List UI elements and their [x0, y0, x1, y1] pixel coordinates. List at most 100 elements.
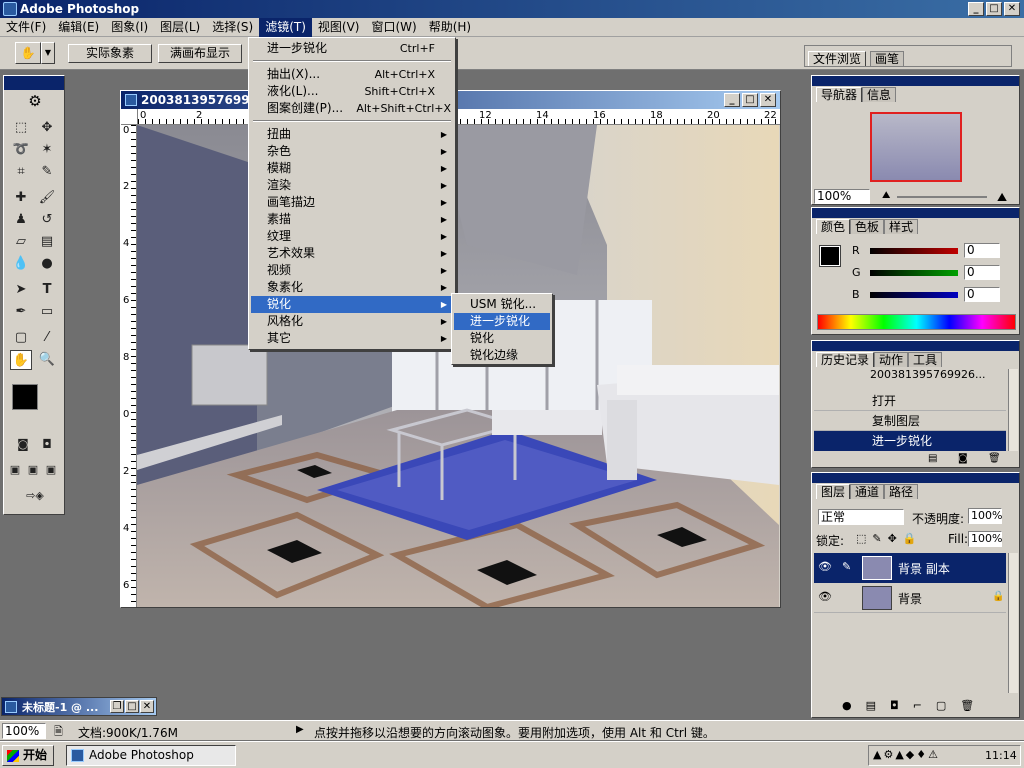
- eye-icon[interactable]: 👁: [818, 560, 832, 573]
- history-scrollbar[interactable]: [1008, 369, 1018, 451]
- eraser-tool-icon[interactable]: ▱: [10, 232, 32, 252]
- screen-mode-1-icon[interactable]: ▣: [6, 460, 24, 480]
- menu-select[interactable]: 选择(S): [206, 18, 259, 37]
- menu-item-artistic[interactable]: 艺术效果 ▶: [251, 245, 453, 262]
- menu-image[interactable]: 图象(I): [105, 18, 154, 37]
- status-arrow-icon[interactable]: ▶: [296, 724, 304, 735]
- tab-layers[interactable]: 图层: [816, 484, 851, 499]
- maximize-button[interactable]: □: [986, 2, 1002, 16]
- history-brush-icon[interactable]: ↺: [36, 210, 58, 230]
- screen-mode-2-icon[interactable]: ▣: [24, 460, 42, 480]
- gradient-tool-icon[interactable]: ▤: [36, 232, 58, 252]
- clone-stamp-icon[interactable]: ♟: [10, 210, 32, 230]
- jump-to-imageready-icon[interactable]: ⇨◈: [12, 486, 58, 506]
- menu-help[interactable]: 帮助(H): [423, 18, 477, 37]
- slice-tool-icon[interactable]: ✎: [36, 162, 58, 182]
- menu-item-sharpen-basic[interactable]: 锐化: [454, 330, 550, 347]
- blue-slider[interactable]: [870, 292, 958, 298]
- vertical-ruler[interactable]: 0 2 4 6 8 0 2 4 6: [121, 125, 137, 607]
- zoom-out-icon[interactable]: ⛰: [882, 190, 890, 201]
- history-snapshot[interactable]: 200381395769926...: [814, 368, 1006, 386]
- green-slider[interactable]: [870, 270, 958, 276]
- tab-navigator[interactable]: 导航器: [816, 87, 863, 102]
- type-tool-icon[interactable]: T: [36, 280, 58, 300]
- restore-button[interactable]: ❐: [110, 700, 124, 713]
- image-canvas[interactable]: [137, 125, 779, 607]
- tab-color[interactable]: 颜色: [816, 219, 851, 234]
- eyedropper-icon[interactable]: ⁄: [36, 328, 58, 348]
- marquee-tool-icon[interactable]: ⬚: [10, 118, 32, 138]
- menu-item-render[interactable]: 渲染 ▶: [251, 177, 453, 194]
- layers-scrollbar[interactable]: [1008, 553, 1018, 693]
- snapshot-icon[interactable]: ◙: [958, 453, 968, 464]
- file-browser-tab[interactable]: 文件浏览: [808, 51, 867, 66]
- clock[interactable]: 11:14: [985, 749, 1017, 762]
- new-doc-from-state-icon[interactable]: ▤: [928, 453, 937, 464]
- menu-file[interactable]: 文件(F): [0, 18, 52, 37]
- menu-item-stylize[interactable]: 风格化 ▶: [251, 313, 453, 330]
- brush-link-icon[interactable]: ✎: [842, 560, 851, 573]
- menu-item-texture[interactable]: 纹理 ▶: [251, 228, 453, 245]
- lock-icons[interactable]: ⬚✎✥🔒: [856, 532, 923, 545]
- pen-tool-icon[interactable]: ✒: [10, 302, 32, 322]
- menu-item-last-filter[interactable]: 进一步锐化 Ctrl+F: [251, 40, 453, 57]
- menu-item-blur[interactable]: 模糊 ▶: [251, 160, 453, 177]
- zoom-in-icon[interactable]: ⛰: [997, 190, 1007, 205]
- min-close-button[interactable]: ✕: [140, 700, 154, 713]
- healing-brush-icon[interactable]: ✚: [10, 188, 32, 208]
- menu-item-liquify[interactable]: 液化(L)... Shift+Ctrl+X: [251, 83, 453, 100]
- adobe-eye-icon[interactable]: ⚙: [8, 92, 62, 114]
- blend-mode-select[interactable]: 正常: [818, 509, 904, 525]
- opacity-field[interactable]: 100%: [968, 508, 1002, 524]
- move-tool-icon[interactable]: ✥: [36, 118, 58, 138]
- notes-tool-icon[interactable]: ▢: [10, 328, 32, 348]
- close-button[interactable]: ✕: [1004, 2, 1020, 16]
- doc-maximize-button[interactable]: □: [742, 93, 758, 107]
- crop-tool-icon[interactable]: ⌗: [10, 162, 32, 182]
- blur-tool-icon[interactable]: 💧: [10, 254, 32, 274]
- menu-item-unsharp-mask[interactable]: USM 锐化...: [454, 296, 550, 313]
- tab-tools[interactable]: 工具: [908, 352, 943, 367]
- layer-row[interactable]: 👁 背景 🔒: [814, 583, 1006, 613]
- menu-item-pattern-maker[interactable]: 图案创建(P)... Alt+Shift+Ctrl+X: [251, 100, 453, 117]
- shape-tool-icon[interactable]: ▭: [36, 302, 58, 322]
- menu-item-distort[interactable]: 扭曲 ▶: [251, 126, 453, 143]
- tab-styles[interactable]: 样式: [884, 219, 919, 234]
- minimize-button[interactable]: _: [968, 2, 984, 16]
- start-button[interactable]: 开始: [2, 745, 54, 766]
- tray-icons[interactable]: ▲⚙▲◆♦⚠: [873, 748, 940, 761]
- layer-name[interactable]: 背景: [898, 590, 922, 607]
- screen-mode-3-icon[interactable]: ▣: [42, 460, 60, 480]
- foreground-color-swatch[interactable]: [12, 384, 38, 410]
- quickmask-mode-icon[interactable]: ◘: [36, 434, 58, 454]
- doc-minimize-button[interactable]: _: [724, 93, 740, 107]
- tab-actions[interactable]: 动作: [874, 352, 909, 367]
- horizontal-ruler[interactable]: 0 2 4 6 8 10 12 14 16 18 20 22: [138, 109, 780, 125]
- brush-tool-icon[interactable]: 🖌: [36, 188, 58, 208]
- history-item-current[interactable]: 进一步锐化: [814, 431, 1006, 451]
- menu-item-pixelate[interactable]: 象素化 ▶: [251, 279, 453, 296]
- menu-item-sharpen-more[interactable]: 进一步锐化: [454, 313, 550, 330]
- history-item[interactable]: 复制图层: [814, 411, 1006, 431]
- menu-item-sketch[interactable]: 素描 ▶: [251, 211, 453, 228]
- blue-value-field[interactable]: 0: [964, 287, 1000, 302]
- layer-name[interactable]: 背景 副本: [898, 560, 950, 577]
- tab-paths[interactable]: 路径: [884, 484, 919, 499]
- zoom-slider[interactable]: [897, 196, 987, 198]
- red-value-field[interactable]: 0: [964, 243, 1000, 258]
- menu-item-extract[interactable]: 抽出(X)... Alt+Ctrl+X: [251, 66, 453, 83]
- navigator-zoom-field[interactable]: 100%: [814, 189, 870, 204]
- brushes-tab[interactable]: 画笔: [870, 51, 905, 66]
- menu-filter[interactable]: 滤镜(T): [259, 17, 312, 37]
- red-slider[interactable]: [870, 248, 958, 254]
- navigator-thumbnail[interactable]: [870, 112, 962, 182]
- menu-edit[interactable]: 编辑(E): [52, 18, 105, 37]
- tab-history[interactable]: 历史记录: [816, 352, 875, 367]
- menu-window[interactable]: 窗口(W): [365, 18, 422, 37]
- hand-tool-icon[interactable]: ✋: [10, 350, 32, 370]
- menu-item-video[interactable]: 视频 ▶: [251, 262, 453, 279]
- path-select-icon[interactable]: ➤: [10, 280, 32, 300]
- tab-channels[interactable]: 通道: [850, 484, 885, 499]
- minimized-document[interactable]: 未标题-1 @ ... ❐ □ ✕: [1, 697, 157, 716]
- doc-close-button[interactable]: ✕: [760, 93, 776, 107]
